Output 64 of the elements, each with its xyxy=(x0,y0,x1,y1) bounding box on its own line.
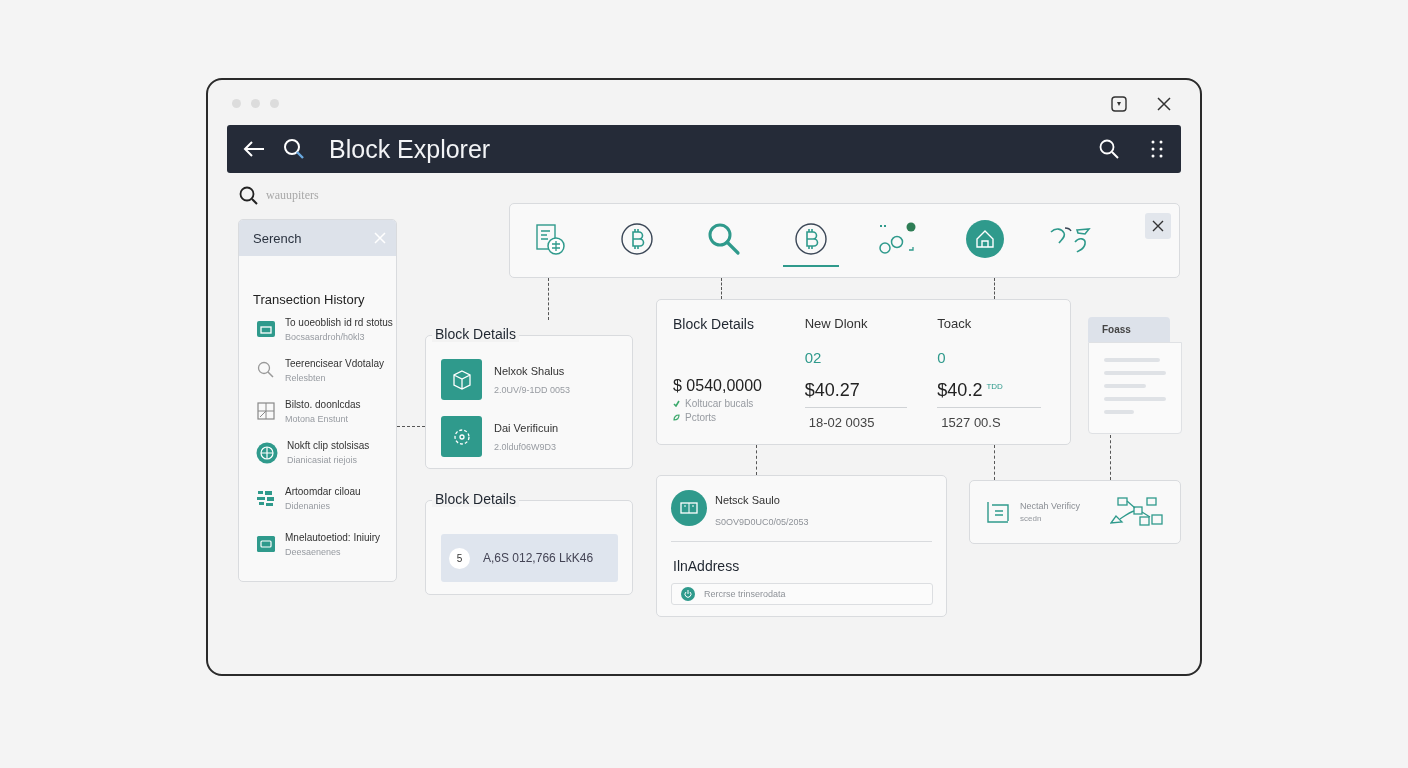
column-header: Toack xyxy=(937,316,973,332)
section-heading: Transection History xyxy=(253,292,366,307)
card-title: Block Details xyxy=(432,491,519,507)
row-title: Nelxok Shalus xyxy=(494,365,566,377)
amount-tag: TDD xyxy=(986,382,1003,391)
row-title: Dai Verificuin xyxy=(494,422,559,434)
close-button[interactable] xyxy=(1145,213,1171,239)
row-subtitle: 2.0lduf06W9D3 xyxy=(494,442,558,452)
gear-icon xyxy=(441,416,482,457)
history-item[interactable]: To uoeoblish id rd stotus Bocsasardroh/h0kl3 xyxy=(239,317,396,358)
amount-value: $40.27 xyxy=(804,380,860,401)
field-label: IlnAddress xyxy=(673,558,741,574)
list-icon xyxy=(986,501,1009,523)
history-item[interactable]: Artoomdar ciloau Didenanies xyxy=(239,486,396,532)
card-subtitle: S0OV9D0UC0/05/2053 xyxy=(715,517,809,527)
sub-value: 18-02 0035 xyxy=(808,415,876,430)
sub-value: 1527 00.S xyxy=(941,415,1002,430)
address-field[interactable]: Rercrse trinserodata xyxy=(671,583,933,605)
menu-icon[interactable] xyxy=(1151,140,1163,158)
search-icon xyxy=(256,360,276,380)
number-badge: 5 xyxy=(449,547,470,569)
card-title: Nectah Verificy xyxy=(1020,501,1081,511)
bitcoin-icon xyxy=(621,222,653,255)
card-icon xyxy=(256,534,276,554)
amount-value: $40.2 xyxy=(937,380,983,401)
note-text: Pctorts xyxy=(685,412,717,423)
note-text: Koltucar bucals xyxy=(685,398,754,409)
history-item[interactable]: Teerencisear Vdotalay Relesbten xyxy=(239,358,396,399)
search-icon xyxy=(239,186,258,205)
globe-icon xyxy=(256,442,278,464)
book-icon xyxy=(671,490,707,526)
box-icon xyxy=(256,319,276,339)
card-title: Block Details xyxy=(673,316,755,332)
cube-icon xyxy=(441,359,482,400)
card-title: Block Details xyxy=(432,326,519,342)
history-item[interactable]: Nokft clip stolsisas Dianicasiat riejois xyxy=(239,440,396,486)
app-title: Block Explorer xyxy=(329,134,491,164)
count-value: 0 xyxy=(937,349,947,366)
home-icon xyxy=(966,219,1004,258)
card-subtitle: scedn xyxy=(1020,514,1043,523)
search-icon[interactable] xyxy=(283,138,305,160)
close-icon xyxy=(1152,220,1164,232)
ledger-icon xyxy=(534,222,566,255)
bitcoin-icon xyxy=(795,222,827,255)
column-header: New Dlonk xyxy=(804,316,869,332)
search-icon xyxy=(707,221,741,256)
history-item[interactable]: Mnelautoetiod: Iniuiry Deesaenenes xyxy=(239,532,396,573)
block-value: A,6S 012,766 LkK46 xyxy=(483,551,594,565)
balance-value: $ 0540,0000 xyxy=(673,377,763,395)
count-value: 02 xyxy=(804,349,823,366)
search-field[interactable]: wauupiters xyxy=(266,188,386,203)
history-item[interactable]: Bilsto. doonlcdas Motona Enstunt xyxy=(239,399,396,440)
grid-icon xyxy=(256,401,276,421)
network-drawing xyxy=(1110,497,1164,527)
check-icon xyxy=(673,400,680,407)
panel-title: Foass xyxy=(1088,317,1170,342)
panel-title: Serench xyxy=(253,230,302,246)
blocks-icon xyxy=(256,488,276,508)
row-subtitle: 2.0UV/9-1DD 0053 xyxy=(494,385,571,395)
leaf-icon xyxy=(673,414,680,421)
power-icon xyxy=(681,587,695,601)
card-title: Netsck Saulo xyxy=(715,494,781,506)
search-icon[interactable] xyxy=(1099,139,1119,159)
back-icon[interactable] xyxy=(243,140,265,158)
